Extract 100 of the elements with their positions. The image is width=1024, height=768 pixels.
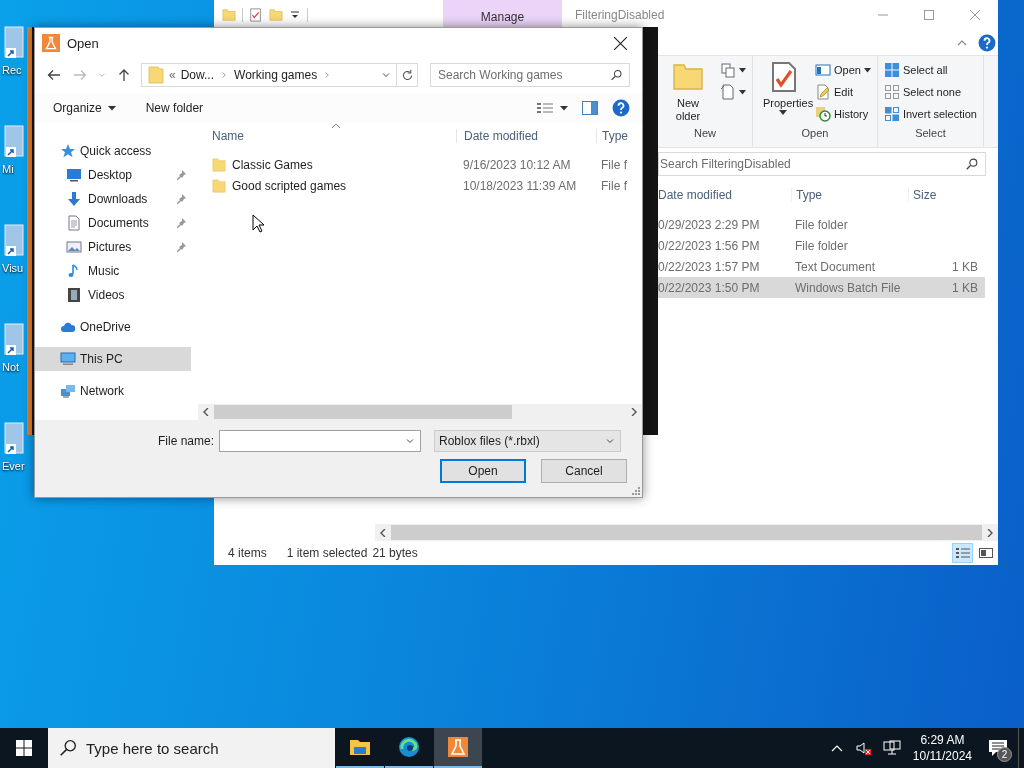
search-field[interactable]: Search Working games	[430, 63, 630, 87]
details-view-icon	[954, 545, 971, 561]
properties-icon[interactable]	[249, 7, 263, 23]
grid-icon	[883, 106, 900, 122]
ribbon-tab[interactable]: Manage	[443, 0, 562, 30]
resize-grip-icon	[632, 487, 640, 495]
folder-icon	[212, 177, 226, 194]
nav-item[interactable]: Videos	[35, 283, 191, 307]
horizontal-scrollbar[interactable]	[198, 404, 642, 420]
date-cell-text: 0/29/2023 2:29 PM	[658, 217, 761, 232]
breadcrumb-overflow[interactable]: «	[169, 68, 176, 82]
type-cell-text: File f	[600, 178, 628, 193]
status-text: 21 bytes	[372, 546, 418, 560]
notifications-button[interactable]: 2	[978, 728, 1018, 768]
organize-button[interactable]: Organize	[53, 96, 116, 120]
type-cell-text: File folder	[794, 238, 849, 253]
type-cell-text: Text Document	[794, 259, 877, 274]
ribbon-button[interactable]: Open	[813, 59, 873, 81]
caret-icon	[779, 110, 787, 116]
nav-item[interactable]: Network	[35, 379, 191, 403]
app-icon	[42, 34, 60, 52]
caret-icon	[107, 105, 116, 111]
scrollbar-thumb[interactable]	[391, 525, 982, 540]
horizontal-scrollbar[interactable]	[375, 524, 998, 541]
file-name[interactable]: Good scripted games	[232, 178, 347, 193]
ribbon-button[interactable]: New older	[662, 59, 714, 127]
caret-icon	[739, 89, 746, 95]
windows-logo-icon	[16, 740, 32, 756]
column-header[interactable]: Type	[791, 188, 908, 202]
history-icon	[815, 106, 831, 122]
date-cell-text: 0/22/2023 1:50 PM	[658, 280, 761, 295]
column-header[interactable]: Type	[596, 128, 636, 143]
search-field[interactable]: Search FilteringDisabled	[658, 152, 986, 176]
clock[interactable]: 6:29 AM 10/11/2024	[906, 732, 978, 764]
nav-item[interactable]: This PC	[35, 347, 191, 371]
ribbon-button[interactable]	[718, 81, 748, 103]
caret-icon	[863, 67, 871, 73]
nav-item[interactable]: Documents	[35, 211, 191, 235]
folder-icon	[212, 156, 226, 173]
sort-up-icon	[331, 123, 341, 129]
search-field[interactable]: Type here to search	[48, 728, 335, 768]
cancel-button[interactable]: Cancel	[541, 459, 627, 483]
folder-icon	[672, 61, 704, 93]
open-button[interactable]: Open	[440, 459, 526, 483]
computer-icon	[60, 351, 76, 367]
status-text: 4 items	[228, 546, 267, 560]
file-row[interactable]: Good scripted games 10/18/2023 11:39 AM File f	[198, 175, 642, 196]
muted-speaker-icon[interactable]	[854, 740, 871, 756]
chevron-up-icon[interactable]	[830, 744, 843, 752]
file-row[interactable]: 0/29/2023 2:29 PM File folder	[658, 214, 985, 235]
copy-icon	[720, 62, 736, 78]
caret-icon	[560, 105, 568, 111]
help-icon[interactable]	[978, 33, 996, 52]
network-icon	[60, 383, 76, 399]
network-icon[interactable]	[882, 740, 901, 756]
nav-item[interactable]: Downloads	[35, 187, 191, 211]
download-arrow-icon	[66, 191, 82, 207]
nav-item[interactable]: Pictures	[35, 235, 191, 259]
breadcrumb[interactable]: Working games	[234, 68, 318, 82]
column-header[interactable]: Date modified	[658, 188, 791, 202]
window-icon	[815, 62, 831, 78]
scrollbar-thumb[interactable]	[214, 405, 512, 419]
forward-arrow-icon	[72, 67, 88, 83]
star-icon	[60, 143, 76, 159]
scroll-right-icon	[630, 408, 638, 416]
size-cell-text: 1 KB	[951, 259, 979, 274]
file-name-field[interactable]	[219, 430, 421, 452]
column-header[interactable]: Name	[198, 128, 456, 143]
folder-icon	[148, 66, 164, 84]
ribbon-button[interactable]: Select none	[881, 81, 979, 103]
group-label: Select	[915, 127, 946, 141]
nav-item[interactable]: OneDrive	[35, 315, 191, 339]
ribbon-button[interactable]: Select all	[881, 59, 979, 81]
date-cell-text: 0/22/2023 1:57 PM	[658, 259, 761, 274]
large-icons-view-icon	[977, 545, 994, 561]
refresh-button[interactable]	[397, 63, 418, 87]
address-bar[interactable]: « Dow... Working games	[141, 63, 397, 87]
close-icon	[970, 10, 980, 20]
column-header[interactable]: Size	[908, 188, 982, 202]
refresh-icon	[400, 68, 414, 82]
ribbon-button[interactable]: History	[813, 103, 873, 125]
file-name[interactable]: Classic Games	[232, 157, 313, 172]
new-folder-button[interactable]: New folder	[145, 96, 204, 120]
nav-item[interactable]: Music	[35, 259, 191, 283]
column-header[interactable]: Date modified	[456, 128, 596, 143]
ribbon-button[interactable]: Edit	[813, 81, 873, 103]
file-row[interactable]: Classic Games 9/16/2023 10:12 AM File f	[198, 154, 642, 175]
taskbar-app[interactable]	[434, 728, 482, 768]
date-cell-text: 9/16/2023 10:12 AM	[462, 157, 572, 172]
file-row[interactable]: 0/22/2023 1:50 PM Windows Batch File 1 KB	[658, 277, 985, 298]
file-row[interactable]: 0/22/2023 1:56 PM File folder	[658, 235, 985, 256]
nav-item[interactable]: Desktop	[35, 163, 191, 187]
file-type-dropdown[interactable]: Roblox files (*.rbxl)	[434, 430, 621, 452]
file-row[interactable]: 0/22/2023 1:57 PM Text Document 1 KB	[658, 256, 985, 277]
ribbon-button[interactable]: Invert selection	[881, 103, 979, 125]
flask-icon	[446, 735, 470, 759]
nav-item[interactable]: Quick access	[35, 139, 191, 163]
details-view-button[interactable]	[952, 543, 973, 563]
breadcrumb[interactable]: Dow...	[180, 68, 215, 82]
dialog-title: Open	[67, 35, 99, 51]
